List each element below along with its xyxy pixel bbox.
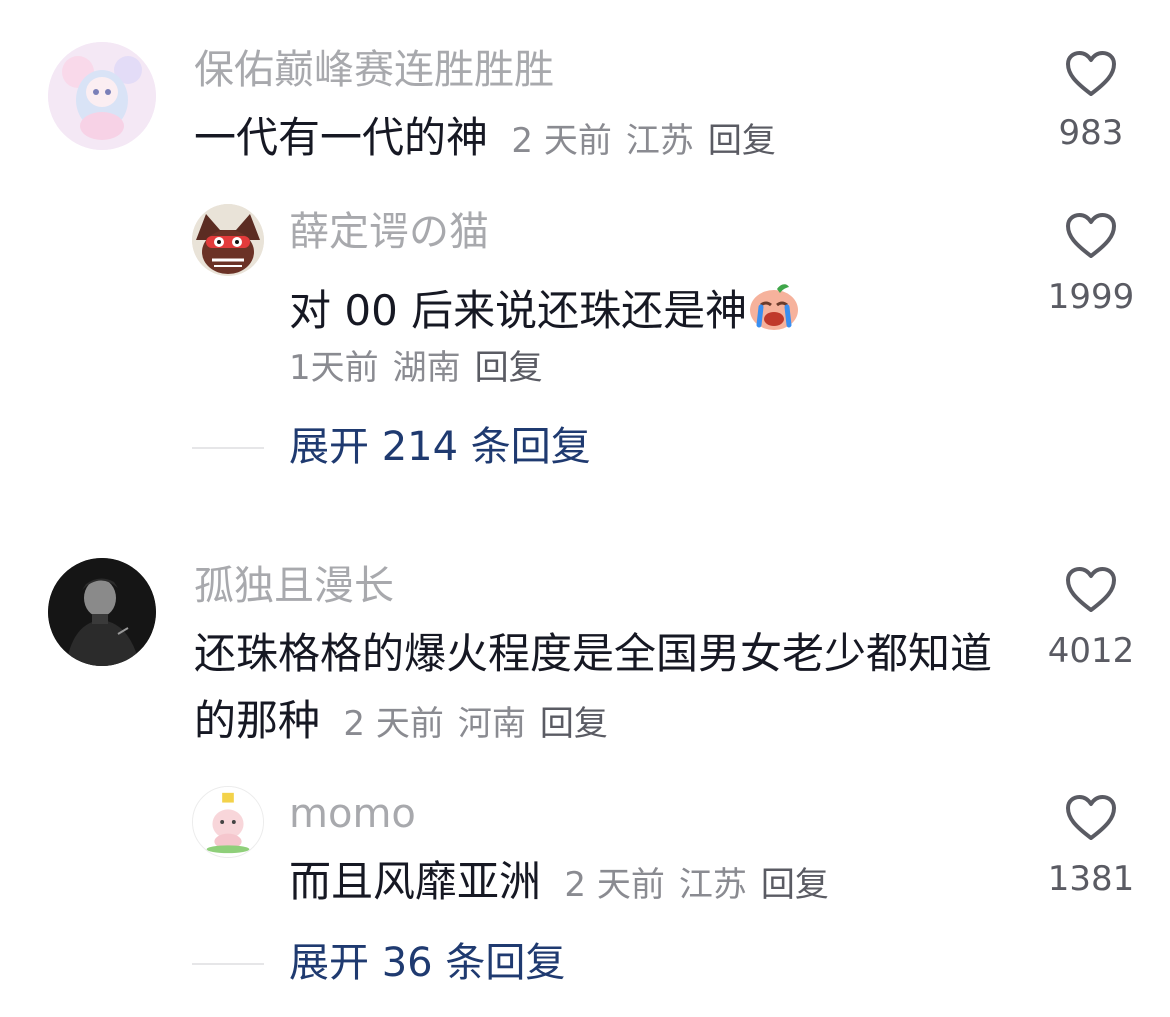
comment-location: 河南 xyxy=(457,704,526,744)
avatar[interactable] xyxy=(48,558,156,666)
reply-time: 2 天前 xyxy=(564,865,665,905)
comment-time: 2 天前 xyxy=(343,704,444,744)
reply-button[interactable]: 回复 xyxy=(540,704,608,744)
like-count: 983 xyxy=(1058,113,1124,153)
like-button[interactable]: 983 xyxy=(1026,50,1156,150)
reply-meta: 1天前 湖南 回复 xyxy=(289,351,557,385)
like-count: 1381 xyxy=(1047,859,1135,899)
reply-location: 江苏 xyxy=(678,865,747,905)
heart-icon[interactable] xyxy=(1065,566,1117,614)
avatar[interactable] xyxy=(192,204,264,276)
comment-text: 一代有一代的神 2 天前 江苏 回复 xyxy=(194,117,790,159)
comment-location: 江苏 xyxy=(625,121,694,161)
expand-replies-button[interactable]: 展开 214 条回复 xyxy=(289,427,591,467)
comment-body: 的那种 xyxy=(194,696,321,745)
expand-replies-button[interactable]: 展开 36 条回复 xyxy=(289,943,565,983)
reply-text: 而且风靡亚洲 2 天前 江苏 回复 xyxy=(289,861,843,903)
like-count: 1999 xyxy=(1047,277,1135,317)
comment-time: 2 天前 xyxy=(511,121,612,161)
reply-username[interactable]: momo xyxy=(289,794,416,834)
reply-text: 对 00 后来说还珠还是神 xyxy=(289,279,801,333)
reply-button[interactable]: 回复 xyxy=(475,348,543,388)
reply-body: 而且风靡亚洲 xyxy=(289,857,542,906)
like-count: 4012 xyxy=(1047,631,1135,671)
comment-username[interactable]: 孤独且漫长 xyxy=(194,566,394,606)
comment-text-line2: 的那种 2 天前 河南 回复 xyxy=(194,700,622,742)
reply-time: 1天前 xyxy=(289,348,379,388)
heart-icon[interactable] xyxy=(1065,794,1117,842)
crying-face-emoji-icon xyxy=(747,279,801,333)
comment-body: 一代有一代的神 xyxy=(194,113,489,162)
comment-username[interactable]: 保佑巅峰赛连胜胜胜 xyxy=(194,50,554,90)
like-button[interactable]: 1381 xyxy=(1026,794,1156,896)
like-button[interactable]: 1999 xyxy=(1026,212,1156,314)
like-button[interactable]: 4012 xyxy=(1026,566,1156,668)
avatar[interactable] xyxy=(48,42,156,150)
reply-location: 湖南 xyxy=(392,348,461,388)
heart-icon[interactable] xyxy=(1065,212,1117,260)
reply-button[interactable]: 回复 xyxy=(761,865,829,905)
comment-text-line1: 还珠格格的爆火程度是全国男女老少都知道 xyxy=(194,629,993,678)
avatar[interactable] xyxy=(192,786,264,858)
reply-body: 对 00 后来说还珠还是神 xyxy=(289,286,748,335)
expand-divider xyxy=(192,963,264,965)
heart-icon[interactable] xyxy=(1065,50,1117,98)
expand-divider xyxy=(192,447,264,449)
reply-button[interactable]: 回复 xyxy=(708,121,776,161)
reply-username[interactable]: 薛定谔の猫 xyxy=(289,212,489,252)
